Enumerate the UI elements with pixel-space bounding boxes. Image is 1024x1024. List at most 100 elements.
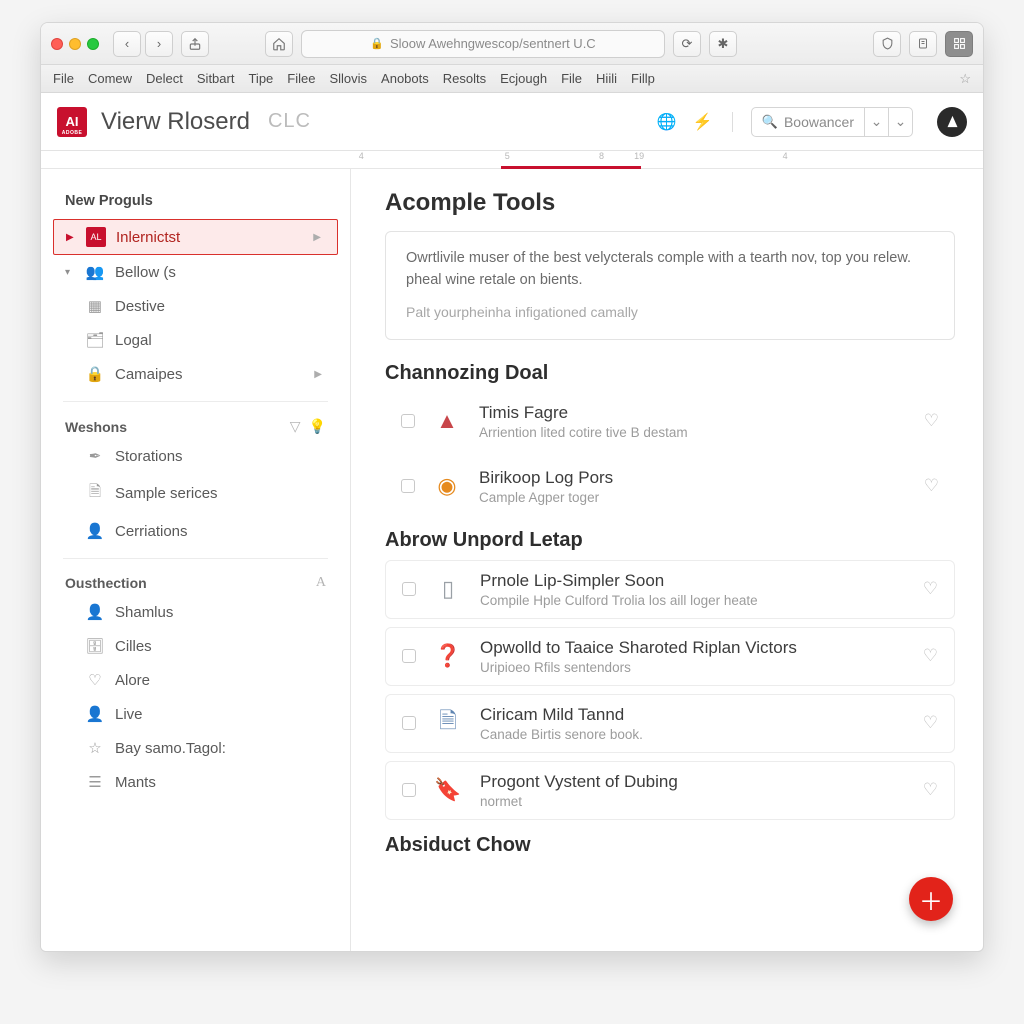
list-item[interactable]: ▲ Timis Fagre Arriention lited cotire ti… [385, 393, 955, 450]
sidebar-item-label: Cerriations [115, 523, 188, 540]
sidebar-item-cilles[interactable]: 🗄 Cilles [41, 629, 350, 663]
menu-item[interactable]: File [53, 71, 74, 86]
sidebar-item-cerrations[interactable]: 👤 Cerriations [41, 514, 350, 548]
sidebar-item-inlernictst[interactable]: ▶ AL Inlernictst ▶ [53, 219, 338, 255]
archive-icon: 🗄 [85, 637, 105, 655]
menu-item[interactable]: Hiili [596, 71, 617, 86]
disc-icon: ◉ [431, 470, 463, 502]
ruler-strip: 4 5 8 19 4 [41, 151, 983, 169]
menu-item[interactable]: Delect [146, 71, 183, 86]
menu-item[interactable]: File [561, 71, 582, 86]
sidebar-item-destive[interactable]: ▦ Destive [41, 289, 350, 323]
sidebar-item-mants[interactable]: ☰ Mants [41, 765, 350, 799]
bookmark-star-icon[interactable]: ☆ [959, 71, 971, 87]
tabs-overview-button[interactable] [945, 31, 973, 57]
sidebar-item-label: Storations [115, 448, 183, 465]
list-item[interactable]: ◉ Birikoop Log Pors Cample Agper toger ♡ [385, 458, 955, 515]
person-icon: 👤 [85, 603, 105, 621]
page-title: Vierw Rloserd [101, 108, 250, 136]
ruler-mark: 5 [505, 151, 510, 161]
sidebar-item-label: Inlernictst [116, 229, 180, 246]
sidebar-item-baysamo[interactable]: ☆ Bay samo.Tagol: [41, 731, 350, 765]
section-label: Weshons [65, 419, 127, 435]
sidebar-item-logal[interactable]: 🗂 Logal [41, 323, 350, 357]
menu-item[interactable]: Fillp [631, 71, 655, 86]
menu-item[interactable]: Anobots [381, 71, 429, 86]
menu-item[interactable]: Filee [287, 71, 315, 86]
favorite-icon[interactable]: ♡ [923, 780, 938, 800]
sidebar-item-sample[interactable]: 🗎 Sample serices [41, 473, 350, 514]
favorite-icon[interactable]: ♡ [924, 476, 939, 496]
extensions-button[interactable]: ✱ [709, 31, 737, 57]
privacy-button[interactable] [873, 31, 901, 57]
reader-button[interactable] [909, 31, 937, 57]
menu-item[interactable]: Tipe [248, 71, 273, 86]
sidebar-section-new: New Proguls [41, 185, 350, 219]
search-scope-dropdown[interactable]: ⌄ [864, 108, 888, 136]
checkbox[interactable] [401, 479, 415, 493]
reload-button[interactable]: ⟳ [673, 31, 701, 57]
layers-icon: 🗂 [85, 331, 105, 349]
search-label: Boowancer [784, 114, 854, 130]
list-item[interactable]: 🔖 Progont Vystent of Dubing normet ♡ [385, 761, 955, 820]
sidebar-item-alore[interactable]: ♡ Alore [41, 663, 350, 697]
favorite-icon[interactable]: ♡ [924, 411, 939, 431]
search-more-dropdown[interactable]: ⌄ [888, 108, 912, 136]
sidebar-item-label: Camaipes [115, 366, 183, 383]
minimize-window-button[interactable] [69, 38, 81, 50]
nav-forward-button[interactable]: › [145, 31, 173, 57]
checkbox[interactable] [402, 783, 416, 797]
list-item[interactable]: ▯ Prnole Lip-Simpler Soon Compile Hple C… [385, 560, 955, 619]
menu-item[interactable]: Sllovis [329, 71, 367, 86]
globe-icon[interactable]: 🌐 [656, 111, 678, 133]
home-button[interactable] [265, 31, 293, 57]
search-icon: 🔍 [762, 114, 778, 130]
checkbox[interactable] [402, 716, 416, 730]
close-window-button[interactable] [51, 38, 63, 50]
font-icon[interactable]: A [316, 575, 326, 591]
checkbox[interactable] [402, 649, 416, 663]
ruler-mark: 19 [634, 151, 644, 161]
filter-icon[interactable]: ▽ [290, 418, 301, 435]
bulb-icon[interactable]: 💡 [309, 418, 326, 435]
account-avatar[interactable] [937, 107, 967, 137]
search-field[interactable]: 🔍 Boowancer ⌄ ⌄ [751, 107, 913, 137]
page-subtitle: CLC [268, 110, 311, 133]
chevron-down-icon: ▾ [65, 267, 75, 278]
menu-item[interactable]: Sitbart [197, 71, 235, 86]
item-title: Birikoop Log Pors [479, 468, 908, 488]
user-outline-icon: 👤 [85, 705, 105, 723]
sidebar-item-camaipes[interactable]: 🔒 Camaipes ▶ [41, 357, 350, 391]
menu-item[interactable]: Ecjough [500, 71, 547, 86]
item-desc: Compile Hple Culford Trolia los aill log… [480, 593, 907, 608]
favorite-icon[interactable]: ♡ [923, 713, 938, 733]
ruler-mark: 8 [599, 151, 604, 161]
list-item[interactable]: ❓ Opwolld to Taaice Sharoted Riplan Vict… [385, 627, 955, 686]
checkbox[interactable] [402, 582, 416, 596]
zoom-window-button[interactable] [87, 38, 99, 50]
sidebar-item-label: Bay samo.Tagol: [115, 740, 226, 757]
sidebar-item-storations[interactable]: ✒ Storations [41, 439, 350, 473]
app-badge-icon: AL [86, 227, 106, 247]
favorite-icon[interactable]: ♡ [923, 646, 938, 666]
share-button[interactable] [181, 31, 209, 57]
list-item[interactable]: 🗎 Ciricam Mild Tannd Canade Birtis senor… [385, 694, 955, 753]
nav-back-button[interactable]: ‹ [113, 31, 141, 57]
sidebar-item-label: Alore [115, 672, 150, 689]
menu-item[interactable]: Resolts [443, 71, 486, 86]
brand-logo[interactable]: AIADOBE [57, 107, 87, 137]
sidebar-item-bellow[interactable]: ▾ 👥 Bellow (s [41, 255, 350, 289]
sidebar-item-label: Shamlus [115, 604, 173, 621]
intro-subtext: Palt yourpheinha infigationed camally [406, 302, 934, 323]
favorite-icon[interactable]: ♡ [923, 579, 938, 599]
sidebar-item-shamus[interactable]: 👤 Shamlus [41, 595, 350, 629]
address-bar[interactable]: 🔒 Sloow Awehngwescop/sentnert U.C [301, 30, 665, 58]
menu-item[interactable]: Comew [88, 71, 132, 86]
group-icon: 👥 [85, 263, 105, 281]
checkbox[interactable] [401, 414, 415, 428]
sidebar-item-live[interactable]: 👤 Live [41, 697, 350, 731]
divider [63, 558, 328, 559]
add-fab-button[interactable]: ＋ [909, 877, 953, 921]
bolt-icon[interactable]: ⚡ [692, 111, 714, 133]
main-content: Acomple Tools Owrtlivile muser of the be… [351, 169, 983, 951]
